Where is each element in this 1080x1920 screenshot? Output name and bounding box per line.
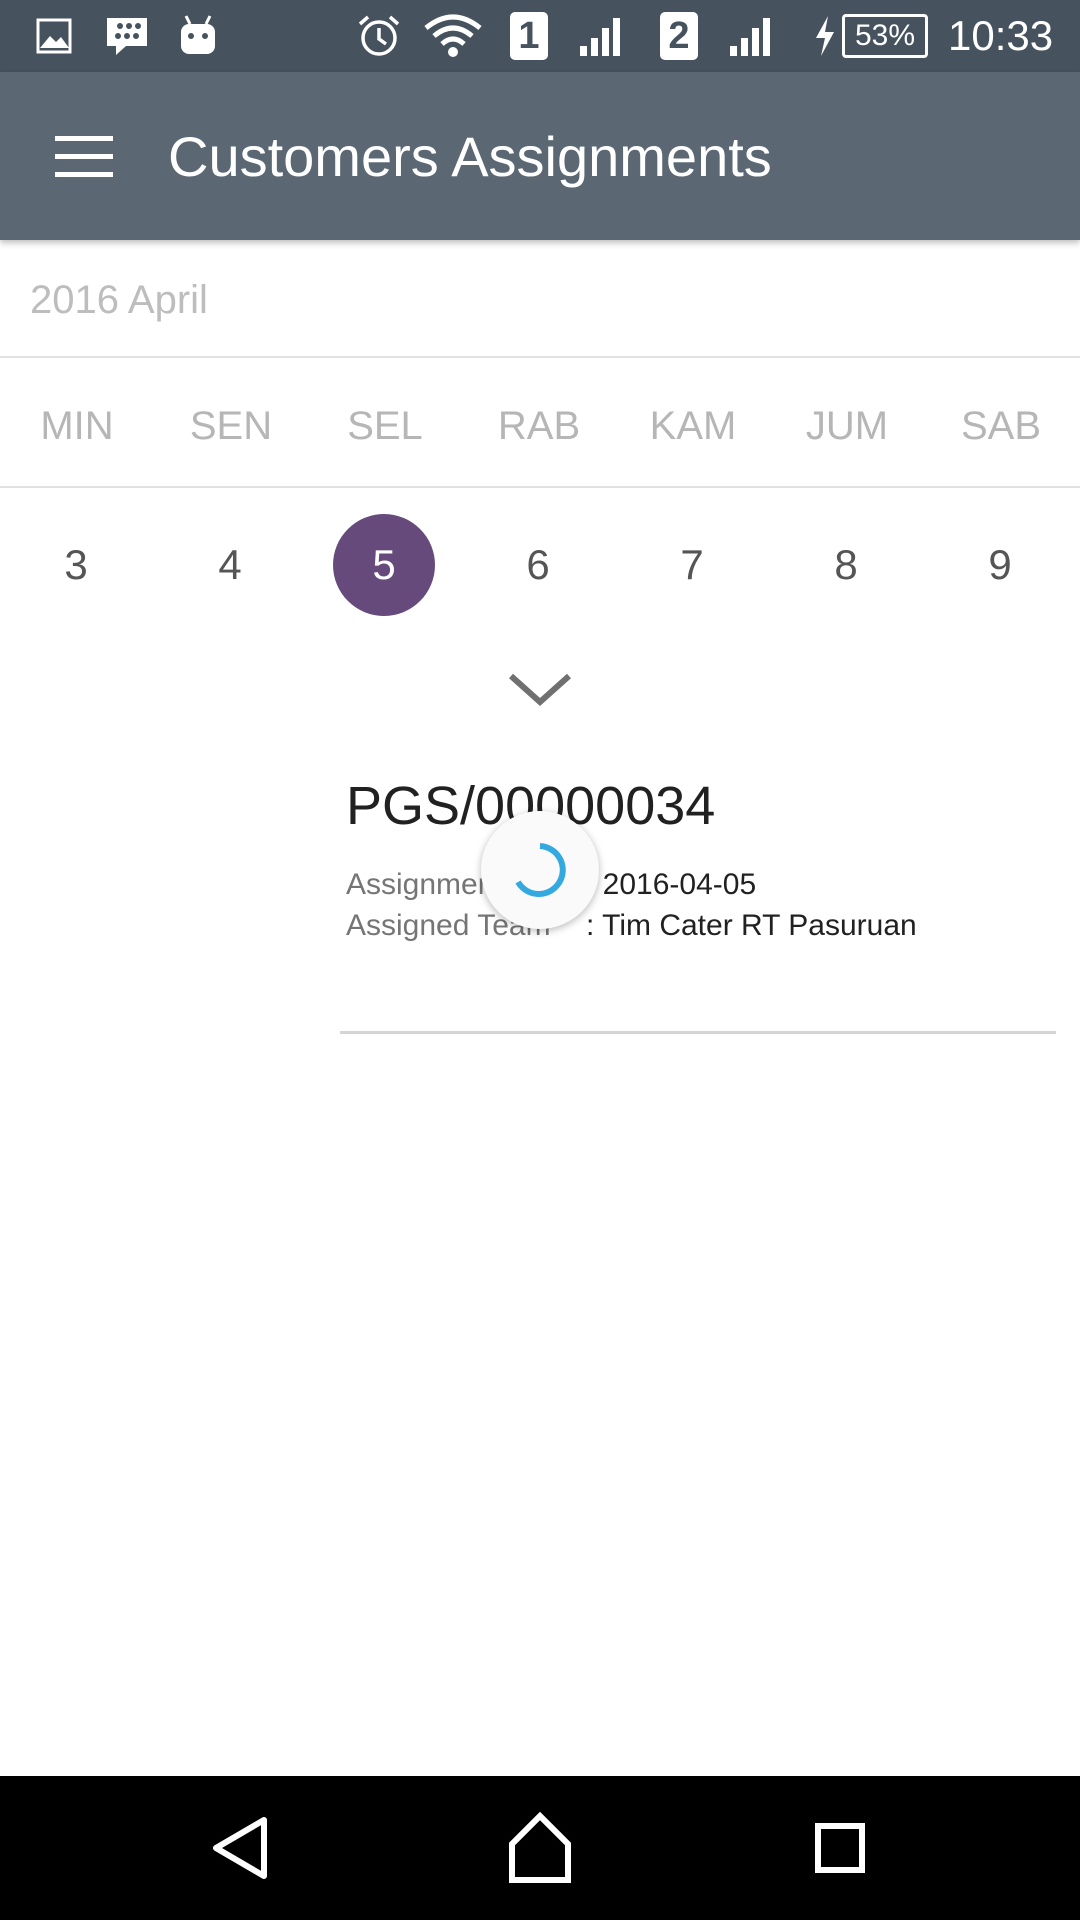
recents-icon bbox=[815, 1823, 865, 1873]
date-cell[interactable]: 7 bbox=[641, 514, 743, 616]
assignment-date-value: : 2016-04-05 bbox=[586, 868, 757, 901]
alarm-icon bbox=[358, 15, 400, 56]
weekday-label: SAB bbox=[960, 404, 1042, 448]
weekday-label: KAM bbox=[649, 404, 737, 448]
weekday-header: MIN SEN SEL RAB KAM JUM SAB bbox=[0, 360, 1080, 488]
home-icon bbox=[509, 1811, 571, 1883]
weekday-label: SEL bbox=[347, 404, 423, 448]
sim1-badge: 1 bbox=[510, 12, 548, 60]
date-cell[interactable]: 8 bbox=[795, 514, 897, 616]
month-label: 2016 April bbox=[30, 278, 208, 322]
weekday-label: JUM bbox=[805, 404, 889, 448]
sim2-label: 2 bbox=[668, 15, 690, 57]
android-icon bbox=[181, 15, 215, 54]
back-button[interactable] bbox=[180, 1800, 300, 1896]
home-button[interactable] bbox=[480, 1800, 600, 1896]
menu-button[interactable] bbox=[40, 120, 128, 192]
charging-icon bbox=[816, 16, 834, 56]
sim2-badge: 2 bbox=[660, 12, 698, 60]
loading-spinner bbox=[481, 811, 599, 929]
back-icon bbox=[213, 1817, 267, 1879]
selected-date-cell[interactable]: 5 bbox=[333, 514, 435, 616]
signal-icon bbox=[580, 18, 620, 56]
sim1-label: 1 bbox=[518, 15, 540, 57]
hamburger-menu-icon bbox=[55, 136, 113, 177]
month-header: 2016 April bbox=[0, 240, 1080, 358]
expand-calendar-button[interactable] bbox=[500, 660, 580, 720]
weekday-label: SEN bbox=[189, 404, 273, 448]
spinner-icon bbox=[515, 843, 566, 897]
recents-button[interactable] bbox=[780, 1800, 900, 1896]
date-cell[interactable]: 9 bbox=[949, 514, 1051, 616]
date-cell[interactable]: 3 bbox=[25, 514, 127, 616]
assignment-card[interactable]: PGS/00000034 Assignment Date : 2016-04-0… bbox=[340, 760, 1056, 1034]
date-cell[interactable]: 6 bbox=[487, 514, 589, 616]
gallery-icon bbox=[36, 18, 72, 54]
weekday-label: RAB bbox=[497, 404, 581, 448]
navigation-bar bbox=[0, 1776, 1080, 1920]
weekday-label: MIN bbox=[40, 404, 114, 448]
clock: 10:33 bbox=[948, 12, 1054, 59]
signal-icon bbox=[730, 18, 770, 56]
app-bar: Customers Assignments bbox=[0, 72, 1080, 240]
date-cell[interactable]: 4 bbox=[179, 514, 281, 616]
chevron-down-icon bbox=[508, 673, 572, 707]
battery-icon: 53% bbox=[842, 14, 928, 58]
assigned-team-value: : Tim Cater RT Pasuruan bbox=[586, 909, 917, 942]
wifi-icon bbox=[424, 14, 482, 57]
page-title: Customers Assignments bbox=[168, 125, 772, 188]
status-bar: 1 2 53% 10:33 bbox=[0, 0, 1080, 72]
week-dates: 3 4 5 6 7 8 9 bbox=[0, 490, 1080, 640]
bbm-icon bbox=[107, 18, 147, 55]
battery-level: 53% bbox=[854, 19, 916, 52]
